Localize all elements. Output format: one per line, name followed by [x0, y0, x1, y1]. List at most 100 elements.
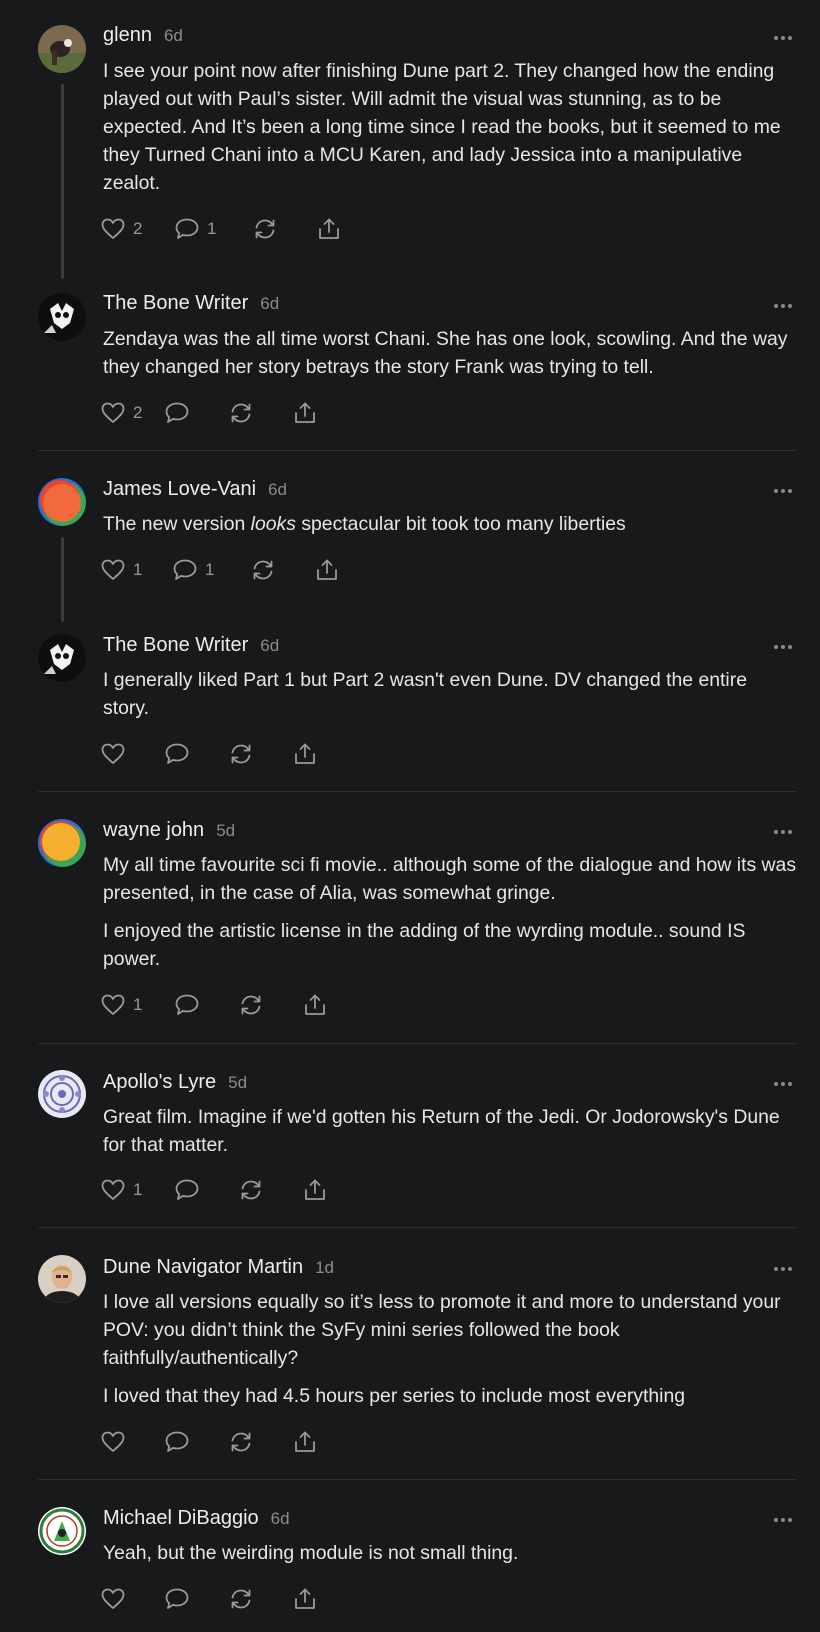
repost-button[interactable] [228, 739, 292, 769]
share-button[interactable] [292, 739, 332, 769]
author-name[interactable]: Michael DiBaggio [103, 1507, 259, 1530]
comment-body: I generally liked Part 1 but Part 2 wasn… [103, 666, 798, 732]
speech-bubble-icon [165, 743, 189, 764]
avatar[interactable] [38, 1255, 86, 1303]
author-name[interactable]: The Bone Writer [103, 634, 248, 657]
speech-bubble-icon [165, 1431, 189, 1452]
speech-bubble-icon [175, 994, 199, 1015]
repost-button[interactable] [238, 990, 302, 1020]
share-icon [295, 1431, 315, 1452]
comment-text: My all time favourite sci fi movie.. alt… [103, 854, 797, 904]
more-options-icon[interactable] [774, 1074, 792, 1094]
timestamp[interactable]: 6d [271, 1509, 290, 1529]
comment-body: Yeah, but the weirding module is not sma… [103, 1539, 798, 1577]
author-name[interactable]: Dune Navigator Martin [103, 1256, 303, 1279]
like-count: 2 [133, 403, 143, 422]
divider [38, 1043, 796, 1044]
author-name[interactable]: wayne john [103, 819, 204, 842]
like-button[interactable]: 1 [100, 555, 172, 585]
comment-text: I see your point now after finishing Dun… [103, 60, 781, 194]
timestamp[interactable]: 6d [268, 480, 287, 500]
timestamp[interactable]: 1d [315, 1258, 334, 1278]
repost-icon [231, 403, 251, 423]
timestamp[interactable]: 5d [216, 821, 235, 841]
share-button[interactable] [292, 1427, 332, 1457]
reply-button[interactable] [164, 1427, 228, 1457]
reply-button[interactable] [174, 990, 238, 1020]
share-icon [317, 559, 337, 580]
repost-button[interactable] [238, 1175, 302, 1205]
like-button[interactable]: 2 [100, 398, 164, 428]
more-options-icon[interactable] [774, 1259, 792, 1279]
like-button[interactable] [100, 1584, 164, 1614]
repost-button[interactable] [228, 1427, 292, 1457]
reply-count: 1 [207, 219, 217, 238]
timestamp[interactable]: 6d [260, 636, 279, 656]
avatar[interactable] [38, 1507, 86, 1555]
reply-button[interactable] [164, 739, 228, 769]
author-name[interactable]: James Love-Vani [103, 478, 256, 501]
author-name[interactable]: glenn [103, 24, 152, 47]
more-options-icon[interactable] [774, 296, 792, 316]
reply-button[interactable] [174, 1175, 238, 1205]
repost-button[interactable] [228, 398, 292, 428]
share-button[interactable] [292, 398, 332, 428]
repost-button[interactable] [228, 1584, 292, 1614]
avatar[interactable] [38, 819, 86, 867]
timestamp[interactable]: 5d [228, 1073, 247, 1093]
share-button[interactable] [302, 990, 342, 1020]
repost-button[interactable] [252, 214, 316, 244]
like-button[interactable]: 2 [100, 214, 174, 244]
share-icon [295, 402, 315, 423]
more-options-icon[interactable] [774, 1510, 792, 1530]
repost-button[interactable] [250, 555, 314, 585]
more-options-icon[interactable] [774, 822, 792, 842]
share-button[interactable] [302, 1175, 342, 1205]
like-button[interactable] [100, 739, 164, 769]
like-button[interactable]: 1 [100, 990, 174, 1020]
share-button[interactable] [292, 1584, 332, 1614]
like-count: 1 [133, 1180, 143, 1199]
share-button[interactable] [316, 214, 356, 244]
heart-icon [101, 218, 125, 239]
reply-button[interactable]: 1 [172, 555, 250, 585]
more-options-icon[interactable] [774, 637, 792, 657]
more-options-icon[interactable] [774, 28, 792, 48]
repost-icon [231, 1589, 251, 1609]
reply-button[interactable]: 1 [174, 214, 252, 244]
reply-button[interactable] [164, 1584, 228, 1614]
author-name[interactable]: Apollo's Lyre [103, 1071, 216, 1094]
share-icon [305, 994, 325, 1015]
repost-icon [241, 1180, 261, 1200]
speech-bubble-icon [165, 1588, 189, 1609]
author-name[interactable]: The Bone Writer [103, 292, 248, 315]
like-button[interactable] [100, 1427, 164, 1457]
heart-icon [101, 743, 125, 764]
avatar[interactable] [38, 478, 86, 526]
comment-text: The new version looks spectacular bit to… [103, 513, 626, 535]
divider [38, 1227, 796, 1228]
comment-text: I enjoyed the artistic license in the ad… [103, 920, 746, 970]
reply-button[interactable] [164, 398, 228, 428]
thread-line [61, 537, 64, 622]
like-count: 2 [133, 219, 143, 238]
comment-text: I love all versions equally so it’s less… [103, 1291, 781, 1369]
heart-icon [101, 1588, 125, 1609]
avatar[interactable] [38, 634, 86, 682]
timestamp[interactable]: 6d [260, 294, 279, 314]
more-options-icon[interactable] [774, 481, 792, 501]
comment-text: Great film. Imagine if we'd gotten his R… [103, 1106, 780, 1156]
like-button[interactable]: 1 [100, 1175, 174, 1205]
share-button[interactable] [314, 555, 354, 585]
heart-icon [101, 402, 125, 423]
heart-icon [101, 559, 125, 580]
divider [38, 791, 796, 792]
avatar[interactable] [38, 293, 86, 341]
speech-bubble-icon [175, 218, 199, 239]
avatar[interactable] [38, 1070, 86, 1118]
repost-icon [231, 1432, 251, 1452]
timestamp[interactable]: 6d [164, 26, 183, 46]
heart-icon [101, 994, 125, 1015]
avatar[interactable] [38, 25, 86, 73]
repost-icon [241, 995, 261, 1015]
